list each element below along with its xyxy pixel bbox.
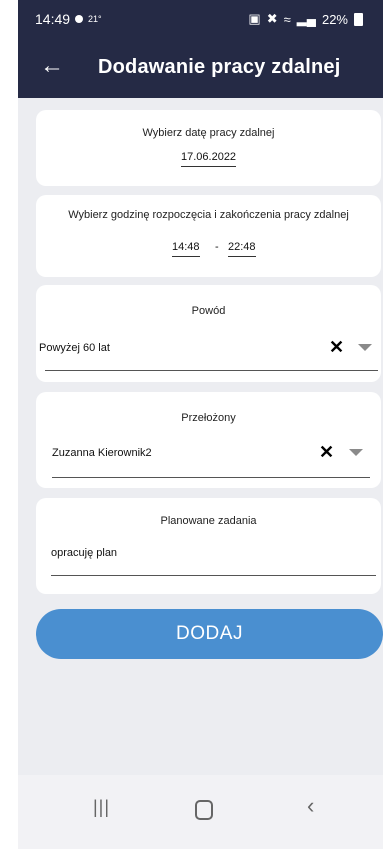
signal-icon: ▂▄	[296, 11, 316, 26]
end-time-picker[interactable]: 22:48	[228, 241, 256, 257]
date-label: Wybierz datę pracy zdalnej	[142, 127, 275, 139]
supervisor-card: Przełożony Zuzanna Kierownik2 ✕	[36, 392, 381, 488]
app-screen: 14:49 21° ▣ ✖ ≈ ▂▄ 22% ← Dodawanie pracy…	[18, 0, 383, 849]
back-arrow-icon[interactable]: ←	[40, 54, 64, 78]
clear-supervisor-icon[interactable]: ✕	[319, 442, 334, 463]
supervisor-underline	[52, 477, 370, 478]
home-icon[interactable]	[195, 800, 213, 820]
reason-card: Powód Powyżej 60 lat ✕	[36, 285, 381, 382]
wifi-icon: ≈	[283, 11, 291, 27]
chevron-down-icon[interactable]	[358, 344, 372, 351]
time-card: Wybierz godzinę rozpoczęcia i zakończeni…	[36, 195, 381, 277]
mute-icon: ✖	[266, 11, 278, 26]
weather-icon	[75, 15, 84, 23]
back-icon[interactable]: ‹	[307, 793, 314, 819]
time-label: Wybierz godzinę rozpoczęcia i zakończeni…	[68, 209, 349, 221]
status-time: 14:49	[35, 11, 71, 27]
reason-select[interactable]: Powyżej 60 lat	[39, 342, 110, 354]
status-temperature: 21°	[88, 14, 102, 24]
reason-label: Powód	[191, 305, 226, 317]
chevron-down-icon[interactable]	[349, 449, 363, 456]
clear-reason-icon[interactable]: ✕	[329, 337, 344, 358]
status-bar-left: 14:49 21°	[35, 11, 102, 27]
reason-underline	[45, 370, 378, 371]
time-separator: -	[215, 241, 219, 253]
supervisor-label: Przełożony	[181, 412, 236, 424]
lock-icon: ▣	[248, 11, 261, 26]
tasks-card: Planowane zadania opracuję plan	[36, 498, 381, 594]
start-time-picker[interactable]: 14:48	[172, 241, 200, 257]
tasks-underline	[51, 575, 376, 576]
battery-icon	[354, 12, 363, 26]
battery-percent: 22%	[321, 11, 348, 27]
page-title: Dodawanie pracy zdalnej	[98, 56, 341, 78]
tasks-label: Planowane zadania	[160, 515, 257, 527]
app-header: 14:49 21° ▣ ✖ ≈ ▂▄ 22% ← Dodawanie pracy…	[18, 0, 383, 98]
system-nav-bar: ||| ‹	[18, 775, 383, 849]
add-button[interactable]: DODAJ	[36, 609, 383, 659]
date-card: Wybierz datę pracy zdalnej 17.06.2022	[36, 110, 381, 186]
supervisor-select[interactable]: Zuzanna Kierownik2	[52, 447, 152, 459]
status-bar-right: ▣ ✖ ≈ ▂▄ 22%	[248, 11, 363, 27]
tasks-input[interactable]: opracuję plan	[51, 547, 117, 559]
date-picker[interactable]: 17.06.2022	[181, 151, 237, 167]
recent-apps-icon[interactable]: |||	[93, 797, 110, 818]
